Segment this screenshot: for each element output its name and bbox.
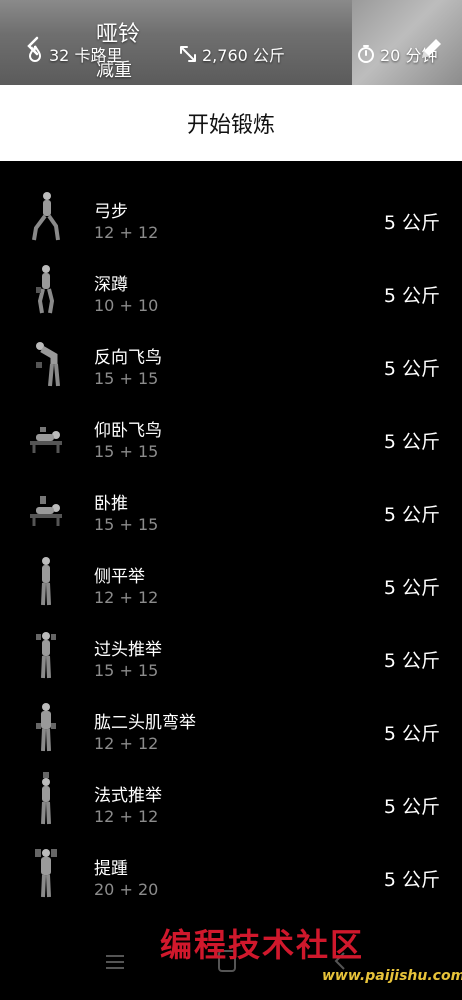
watermark-text: 编程技术社区 xyxy=(160,926,365,964)
exercise-name: 肱二头肌弯举 xyxy=(94,713,196,733)
exercise-reps: 15 + 15 xyxy=(94,442,159,461)
menu-lines-icon[interactable] xyxy=(104,952,126,972)
exercise-name: 提踵 xyxy=(94,859,128,879)
exercise-row[interactable]: 反向飞鸟 15 + 15 5 公斤 xyxy=(0,326,462,399)
volume-value: 2,760 公斤 xyxy=(202,46,285,65)
bench-fly-figure-icon xyxy=(30,427,62,453)
exercise-weight: 5 公斤 xyxy=(383,212,440,234)
exercise-name: 卧推 xyxy=(94,494,128,514)
edit-pencil-icon[interactable] xyxy=(416,34,446,64)
exercise-reps: 12 + 12 xyxy=(94,588,159,607)
exercise-weight: 5 公斤 xyxy=(383,869,440,891)
lateral-raise-figure-icon xyxy=(41,557,51,606)
exercise-weight: 5 公斤 xyxy=(383,504,440,526)
exercise-weight: 5 公斤 xyxy=(383,285,440,307)
exercise-weight: 5 公斤 xyxy=(383,723,440,745)
exercise-name: 反向飞鸟 xyxy=(94,348,162,368)
exercise-row[interactable]: 深蹲 10 + 10 5 公斤 xyxy=(0,253,462,326)
french-press-figure-icon xyxy=(41,772,51,825)
exercise-row[interactable]: 过头推举 15 + 15 5 公斤 xyxy=(0,618,462,691)
exercise-weight: 5 公斤 xyxy=(383,796,440,818)
exercise-name: 过头推举 xyxy=(94,640,162,660)
calories-value: 32 卡路里 xyxy=(49,46,123,65)
exercise-reps: 12 + 12 xyxy=(94,223,159,242)
exercise-reps: 15 + 15 xyxy=(94,661,159,680)
exercise-row[interactable]: 仰卧飞鸟 15 + 15 5 公斤 xyxy=(0,399,462,472)
exercise-name: 仰卧飞鸟 xyxy=(94,421,162,441)
expand-arrows-icon xyxy=(180,46,196,62)
exercise-weight: 5 公斤 xyxy=(383,650,440,672)
exercise-reps: 20 + 20 xyxy=(94,880,159,899)
exercise-weight: 5 公斤 xyxy=(383,577,440,599)
exercise-name: 深蹲 xyxy=(94,275,128,295)
exercise-row[interactable]: 肱二头肌弯举 12 + 12 5 公斤 xyxy=(0,691,462,764)
overhead-press-figure-icon xyxy=(36,632,56,679)
lunge-figure-icon xyxy=(32,192,60,241)
bench-press-figure-icon xyxy=(30,496,62,526)
watermark-url: www.paijishu.com xyxy=(322,968,462,984)
exercise-row[interactable]: 卧推 15 + 15 5 公斤 xyxy=(0,472,462,545)
exercise-reps: 10 + 10 xyxy=(94,296,159,315)
exercise-weight: 5 公斤 xyxy=(383,431,440,453)
exercise-name: 弓步 xyxy=(94,202,128,222)
flame-icon xyxy=(28,45,42,62)
exercise-reps: 12 + 12 xyxy=(94,807,159,826)
squat-figure-icon xyxy=(36,265,55,314)
exercise-weight: 5 公斤 xyxy=(383,358,440,380)
bicep-curl-figure-icon xyxy=(36,703,56,752)
exercise-row[interactable]: 侧平举 12 + 12 5 公斤 xyxy=(0,545,462,618)
exercise-name: 法式推举 xyxy=(94,786,162,806)
exercise-reps: 15 + 15 xyxy=(94,369,159,388)
exercise-row[interactable]: 提踵 20 + 20 5 公斤 xyxy=(0,837,462,910)
exercise-row[interactable]: 弓步 12 + 12 5 公斤 xyxy=(0,180,462,253)
stopwatch-icon xyxy=(358,45,374,63)
exercise-list: 弓步 12 + 12 5 公斤 深蹲 10 + 10 5 公斤 反向飞鸟 15 … xyxy=(0,180,462,910)
calf-raise-figure-icon xyxy=(35,849,57,898)
calories-stat: 32 卡路里 xyxy=(25,42,122,66)
volume-stat: 2,760 公斤 xyxy=(178,42,285,66)
exercise-reps: 12 + 12 xyxy=(94,734,159,753)
start-workout-button[interactable]: 开始锻炼 xyxy=(0,85,462,161)
reverse-fly-figure-icon xyxy=(36,342,60,387)
exercise-name: 侧平举 xyxy=(94,567,145,587)
exercise-row[interactable]: 法式推举 12 + 12 5 公斤 xyxy=(0,764,462,837)
exercise-reps: 15 + 15 xyxy=(94,515,159,534)
workout-header: 哑铃 减重 32 卡路里 2,760 公斤 20 分钟 xyxy=(0,0,462,85)
